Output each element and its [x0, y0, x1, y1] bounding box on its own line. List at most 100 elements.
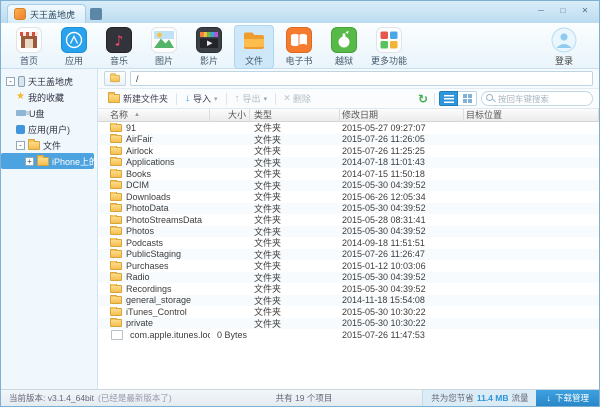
nav-item-jailbreak[interactable]: 越狱 [324, 25, 364, 69]
up-folder-button[interactable] [104, 71, 126, 86]
table-row[interactable]: Books 文件夹 2014-07-15 11:50:18 [98, 168, 599, 180]
sidebar-item-iphone-files[interactable]: + iPhone上的文件 [1, 153, 94, 169]
column-header-modified[interactable]: 修改日期 [340, 109, 464, 122]
collapse-icon[interactable]: - [16, 141, 25, 150]
list-view-button[interactable] [439, 91, 458, 106]
table-row[interactable]: AirFair 文件夹 2015-07-26 11:26:05 [98, 134, 599, 146]
import-label: 导入 [193, 92, 211, 105]
nav-item-pictures[interactable]: 图片 [144, 25, 184, 69]
table-row[interactable]: PublicStaging 文件夹 2015-07-26 11:26:47 [98, 249, 599, 261]
file-name: DCIM [126, 180, 149, 190]
file-name: PhotoStreamsData [126, 215, 202, 225]
file-type-icon [110, 308, 122, 316]
file-type-icon [110, 319, 122, 327]
traffic-savings: 共为您节省 11.4 MB 流量 [422, 390, 536, 406]
sidebar-item-favorites[interactable]: ★ 我的收藏 [1, 89, 97, 105]
file-name: com.apple.itunes.lock_sync [130, 330, 210, 340]
grid-view-button[interactable] [458, 91, 477, 106]
sidebar-item-files[interactable]: - 文件 [1, 137, 97, 153]
table-row[interactable]: Photos 文件夹 2015-05-30 04:39:52 [98, 226, 599, 238]
download-manager-button[interactable]: ↓ 下载管理 [536, 390, 599, 406]
minimize-button[interactable]: ─ [533, 4, 549, 17]
new-folder-button[interactable]: 新建文件夹 [104, 90, 172, 107]
delete-label: 删除 [293, 92, 311, 105]
table-row[interactable]: private 文件夹 2015-05-30 10:30:22 [98, 318, 599, 330]
table-row[interactable]: iTunes_Control 文件夹 2015-05-30 10:30:22 [98, 306, 599, 318]
nav-label: 电子书 [285, 54, 312, 67]
table-row[interactable]: Radio 文件夹 2015-05-30 04:39:52 [98, 272, 599, 284]
maximize-button[interactable]: □ [555, 4, 571, 17]
file-type-icon [111, 330, 123, 340]
table-row[interactable]: Purchases 文件夹 2015-01-12 10:03:06 [98, 260, 599, 272]
path-bar [98, 69, 599, 89]
file-modified-date: 2015-07-26 11:25:25 [340, 146, 464, 156]
table-row[interactable]: Podcasts 文件夹 2014-09-18 11:51:51 [98, 237, 599, 249]
nav-label: 更多功能 [371, 54, 407, 67]
nav-label: 应用 [65, 54, 83, 67]
title-tab[interactable]: 天王盖地虎 [7, 4, 86, 23]
table-row[interactable]: Recordings 文件夹 2015-05-30 04:39:52 [98, 283, 599, 295]
file-type-icon [110, 239, 122, 247]
sidebar-item-usb[interactable]: U盘 [1, 105, 97, 121]
file-type-icon [110, 181, 122, 189]
tree-label: iPhone上的文件 [52, 155, 98, 168]
table-row[interactable]: general_storage 文件夹 2014-11-18 15:54:08 [98, 295, 599, 307]
import-button[interactable]: ↓ 导入 ▾ [181, 90, 222, 107]
status-bar: 当前版本: v3.1.4_64bit (已经是最新版本了) 共有 19 个项目 … [1, 389, 599, 406]
table-row[interactable]: Applications 文件夹 2014-07-18 11:01:43 [98, 157, 599, 169]
titlebar[interactable]: 天王盖地虎 ─ □ ✕ [1, 1, 599, 23]
file-modified-date: 2014-07-18 11:01:43 [340, 157, 464, 167]
delete-button[interactable]: × 删除 [280, 90, 315, 107]
sidebar-item-user-apps[interactable]: 应用(用户) [1, 121, 97, 137]
file-name: iTunes_Control [126, 307, 187, 317]
window-controls: ─ □ ✕ [533, 4, 593, 17]
table-row[interactable]: DCIM 文件夹 2015-05-30 04:39:52 [98, 180, 599, 192]
collapse-icon[interactable]: - [6, 77, 15, 86]
nav-item-music[interactable]: ♪ 音乐 [99, 25, 139, 69]
column-header-target[interactable]: 目标位置 [464, 109, 599, 122]
download-icon: ↓ [546, 394, 551, 403]
column-header-type[interactable]: 类型 [250, 109, 340, 122]
expand-icon[interactable]: + [25, 157, 34, 166]
nav-item-home[interactable]: 首页 [9, 25, 49, 69]
table-row[interactable]: 91 文件夹 2015-05-27 09:27:07 [98, 122, 599, 134]
window-title: 天王盖地虎 [30, 8, 75, 21]
table-header: 名称 ▲ 大小 类型 修改日期 目标位置 [98, 109, 599, 122]
nav-item-videos[interactable]: 影片 [189, 25, 229, 69]
table-row[interactable]: Downloads 文件夹 2015-06-26 12:05:34 [98, 191, 599, 203]
table-row[interactable]: com.apple.itunes.lock_sync 0 Bytes 2015-… [98, 329, 599, 341]
tree-label: 应用(用户) [28, 123, 70, 136]
view-toggle [439, 91, 477, 106]
export-button[interactable]: ↑ 导出 ▾ [231, 90, 272, 107]
download-manager-label: 下载管理 [555, 392, 589, 404]
new-folder-icon [108, 94, 120, 103]
sidebar-item-device[interactable]: - 天王盖地虎 [1, 73, 97, 89]
tree-label: U盘 [29, 107, 45, 120]
login-button[interactable]: 登录 [543, 25, 585, 69]
tree-label: 文件 [43, 139, 61, 152]
column-header-size[interactable]: 大小 [210, 109, 250, 122]
file-modified-date: 2015-05-30 04:39:52 [340, 272, 464, 282]
nav-item-files[interactable]: 文件 [234, 25, 274, 69]
app-window: 天王盖地虎 ─ □ ✕ 首页 [0, 0, 600, 407]
more-grid-icon [376, 27, 402, 53]
nav-item-more[interactable]: 更多功能 [369, 25, 409, 69]
path-input[interactable] [130, 71, 593, 86]
file-modified-date: 2014-11-18 15:54:08 [340, 295, 464, 305]
file-type-icon [110, 216, 122, 224]
file-name: general_storage [126, 295, 191, 305]
search-input[interactable] [481, 91, 593, 106]
file-name: AirFair [126, 134, 153, 144]
file-size: 0 Bytes [210, 330, 250, 340]
tab-extra-button[interactable] [90, 8, 102, 20]
column-header-name[interactable]: 名称 ▲ [98, 109, 210, 122]
file-modified-date: 2015-05-30 10:30:22 [340, 318, 464, 328]
file-name: Airlock [126, 146, 153, 156]
nav-item-apps[interactable]: 应用 [54, 25, 94, 69]
table-row[interactable]: PhotoStreamsData 文件夹 2015-05-28 08:31:41 [98, 214, 599, 226]
close-button[interactable]: ✕ [577, 4, 593, 17]
refresh-button[interactable]: ↻ [416, 93, 430, 105]
table-row[interactable]: Airlock 文件夹 2015-07-26 11:25:25 [98, 145, 599, 157]
nav-item-ebooks[interactable]: 电子书 [279, 25, 319, 69]
table-row[interactable]: PhotoData 文件夹 2015-05-30 04:39:52 [98, 203, 599, 215]
